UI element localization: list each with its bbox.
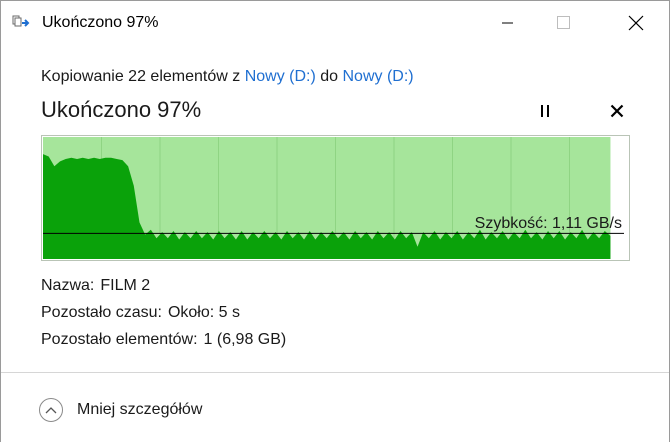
pause-button[interactable] [533, 99, 557, 123]
copy-dialog: Ukończono 97% Kopiowanie 22 elementów z … [0, 0, 670, 442]
speed-label: Szybkość: 1,11 GB/s [474, 215, 622, 232]
maximize-icon [557, 16, 570, 29]
cancel-icon [610, 104, 624, 118]
items-label: Pozostało elementów: [41, 331, 198, 348]
copy-prefix: Kopiowanie 22 elementów z [41, 68, 241, 85]
speed-graph-svg [41, 135, 630, 261]
name-label: Nazwa: [41, 277, 95, 294]
copy-middle: do [320, 68, 339, 85]
detail-name: Nazwa: FILM 2 [41, 277, 150, 295]
file-copy-icon [12, 15, 32, 31]
pause-icon [541, 105, 549, 117]
chevron-up-icon [39, 398, 63, 422]
title-bar[interactable]: Ukończono 97% [1, 1, 669, 45]
transfer-speed-graph: Szybkość: 1,11 GB/s [41, 135, 630, 261]
destination-link[interactable]: Nowy (D:) [343, 68, 414, 85]
detail-time-remaining: Pozostało czasu: Około: 5 s [41, 304, 240, 322]
close-icon [628, 15, 644, 31]
maximize-button[interactable] [541, 1, 587, 45]
time-value: Około: 5 s [167, 304, 240, 321]
time-label: Pozostało czasu: [41, 304, 162, 321]
footer: Mniej szczegółów [1, 372, 669, 442]
window-title: Ukończono 97% [42, 14, 159, 31]
less-details-button[interactable]: Mniej szczegółów [39, 397, 202, 423]
detail-items-remaining: Pozostało elementów: 1 (6,98 GB) [41, 331, 286, 349]
progress-title: Ukończono 97% [41, 97, 202, 122]
close-window-button[interactable] [613, 1, 659, 45]
copy-description: Kopiowanie 22 elementów z Nowy (D:) do N… [41, 68, 414, 86]
items-value: 1 (6,98 GB) [203, 331, 287, 348]
minimize-icon [502, 22, 513, 24]
minimize-button[interactable] [485, 1, 531, 45]
source-link[interactable]: Nowy (D:) [245, 68, 316, 85]
name-value: FILM 2 [100, 277, 151, 294]
less-details-label: Mniej szczegółów [77, 401, 203, 418]
cancel-copy-button[interactable] [605, 99, 629, 123]
